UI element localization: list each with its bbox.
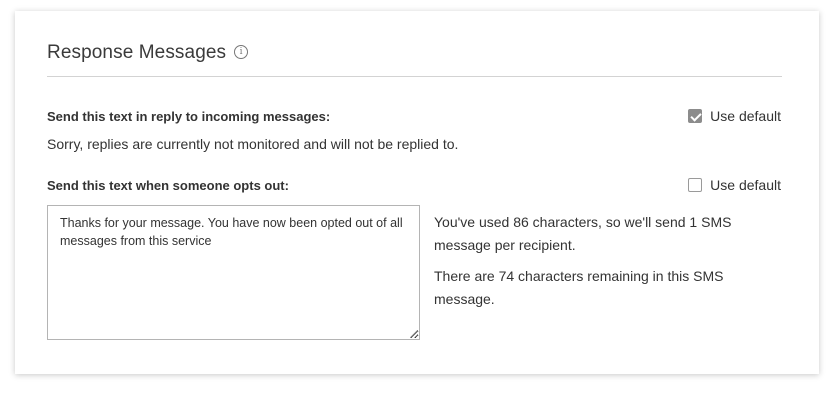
info-icon[interactable]: i — [234, 45, 249, 59]
resize-grip-icon[interactable] — [410, 330, 418, 338]
optout-field-label: Send this text when someone opts out: — [47, 178, 289, 193]
divider — [47, 76, 782, 77]
sms-usage-text: You've used 86 characters, so we'll send… — [434, 214, 732, 253]
optout-use-default-toggle[interactable]: Use default — [688, 177, 781, 193]
reply-use-default-checkbox[interactable] — [688, 109, 703, 123]
reply-default-text: Sorry, replies are currently not monitor… — [47, 136, 459, 152]
optout-message-textarea[interactable]: Thanks for your message. You have now be… — [47, 205, 420, 340]
sms-usage-info: You've used 86 characters, so we'll send… — [434, 211, 764, 319]
optout-use-default-label: Use default — [710, 177, 781, 193]
sms-remaining-text: There are 74 characters remaining in thi… — [434, 268, 724, 307]
reply-use-default-label: Use default — [710, 108, 781, 124]
section-header: Response Messages i — [47, 42, 249, 64]
optout-use-default-checkbox[interactable] — [688, 178, 703, 192]
section-title: Response Messages — [47, 42, 227, 63]
optout-message-text: Thanks for your message. You have now be… — [60, 216, 403, 248]
reply-use-default-toggle[interactable]: Use default — [688, 108, 781, 124]
response-messages-card: Response Messages i Send this text in re… — [15, 11, 819, 374]
reply-field-label: Send this text in reply to incoming mess… — [47, 109, 331, 124]
